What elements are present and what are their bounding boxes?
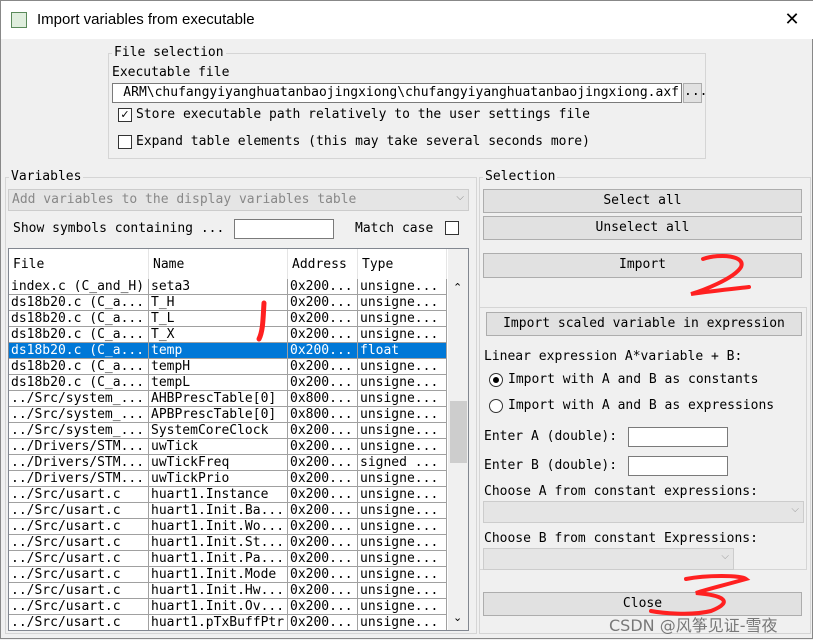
watermark: CSDN @风筝见证-雪夜 xyxy=(609,616,778,635)
annotation-mark-1 xyxy=(256,300,267,342)
annotation-layer xyxy=(256,253,751,616)
annotation-mark-2 xyxy=(690,253,751,296)
annotation-mark-3 xyxy=(649,574,751,616)
